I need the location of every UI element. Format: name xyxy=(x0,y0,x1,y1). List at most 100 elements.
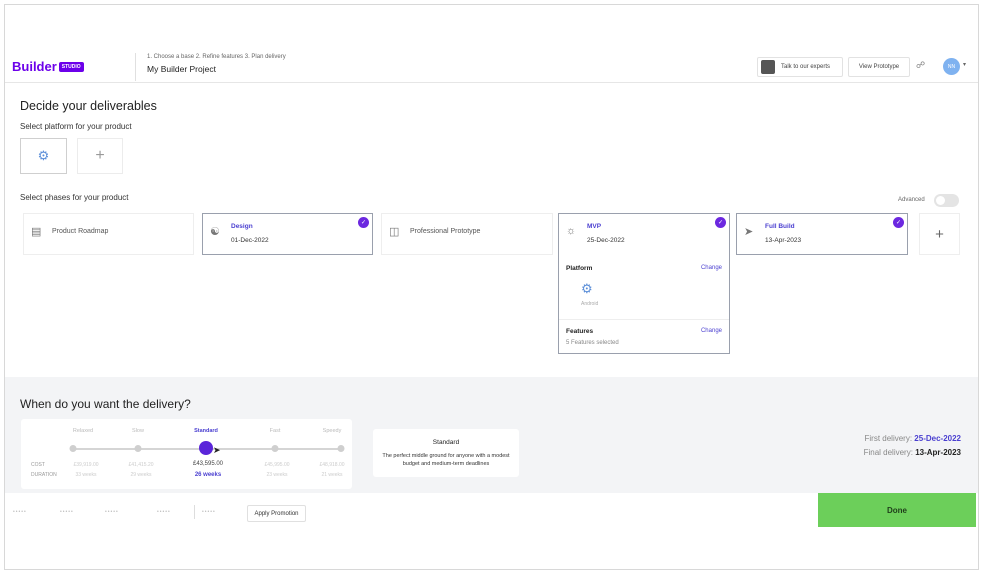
phase-card-product-roadmap[interactable]: ▤ Product Roadmap xyxy=(23,213,194,255)
platform-label: Platform xyxy=(566,265,593,272)
top-bar: Builder STUDIO 1. Choose a base 2. Refin… xyxy=(5,45,978,83)
speed-label[interactable]: Slow xyxy=(132,428,144,434)
speed-description-card: Standard The perfect middle ground for a… xyxy=(373,429,519,477)
plus-icon: + xyxy=(95,147,105,164)
phase-date: 25-Dec-2022 xyxy=(587,237,625,244)
platform-name: Android xyxy=(581,301,599,307)
prototype-icon: ◫ xyxy=(389,226,400,238)
platform-section-label: Select platform for your product xyxy=(20,122,132,131)
phase-card-professional-prototype[interactable]: ◫ Professional Prototype xyxy=(381,213,553,255)
slider-handle[interactable] xyxy=(199,441,213,455)
delivery-section: When do you want the delivery? Relaxed S… xyxy=(5,377,978,493)
share-icon[interactable]: ☍ xyxy=(916,60,925,71)
price-masked: ••••• xyxy=(60,509,74,515)
plus-icon: + xyxy=(935,225,944,243)
expert-avatar xyxy=(761,60,775,74)
first-delivery-date: 25-Dec-2022 xyxy=(914,434,961,443)
phase-card-design[interactable]: ☯ Design 01-Dec-2022 ✓ xyxy=(202,213,373,255)
speed-label-active[interactable]: Standard xyxy=(194,428,218,434)
cost-value-active: £43,595.00 xyxy=(192,461,224,467)
speed-description-text: The perfect middle ground for anyone wit… xyxy=(382,453,510,467)
check-icon: ✓ xyxy=(715,217,726,228)
view-prototype-button[interactable]: View Prototype xyxy=(848,57,910,77)
app-frame: Builder STUDIO 1. Choose a base 2. Refin… xyxy=(4,4,979,570)
duration-value: 33 weeks xyxy=(75,472,97,478)
final-delivery: Final delivery: 13-Apr-2023 xyxy=(864,448,961,457)
document-icon: ▤ xyxy=(31,226,42,238)
duration-row-label: DURATION xyxy=(31,472,57,478)
header-divider xyxy=(135,53,136,81)
speed-label[interactable]: Fast xyxy=(270,428,281,434)
phases-section-label: Select phases for your product xyxy=(20,193,129,202)
chevron-down-icon[interactable]: ▾ xyxy=(963,61,966,68)
phase-name: Full Build xyxy=(765,223,795,230)
experts-label: Talk to our experts xyxy=(781,64,831,70)
phase-date: 13-Apr-2023 xyxy=(765,237,802,244)
speed-label[interactable]: Relaxed xyxy=(73,428,93,434)
phase-card-full-build[interactable]: ➤ Full Build 13-Apr-2023 ✓ xyxy=(736,213,908,255)
check-icon: ✓ xyxy=(893,217,904,228)
bulb-icon: ☼ xyxy=(566,225,577,237)
duration-value: 21 weeks xyxy=(321,472,343,478)
footer-bar: ••••• ••••• ••••• ••••• ••••• Apply Prom… xyxy=(5,493,978,527)
advanced-toggle[interactable] xyxy=(934,194,959,207)
check-icon: ✓ xyxy=(358,217,369,228)
change-features-link[interactable]: Change xyxy=(701,328,722,334)
footer-divider xyxy=(194,505,195,519)
features-selected-count: 5 Features selected xyxy=(566,340,619,346)
add-phase-button[interactable]: + xyxy=(919,213,960,255)
duration-value: 23 weeks xyxy=(266,472,288,478)
platform-android-card[interactable]: ⚙ xyxy=(20,138,67,174)
phase-card-mvp[interactable]: ☼ MVP 25-Dec-2022 ✓ xyxy=(558,213,730,255)
phase-name: MVP xyxy=(587,223,602,230)
palette-icon: ☯ xyxy=(210,226,220,238)
duration-value: 29 weeks xyxy=(130,472,152,478)
features-label: Features xyxy=(566,328,594,335)
builder-logo[interactable]: Builder STUDIO xyxy=(12,59,84,74)
slider-stop[interactable] xyxy=(134,445,142,452)
advanced-label: Advanced xyxy=(898,197,925,203)
first-delivery-label: First delivery: xyxy=(864,434,913,443)
phase-name: Product Roadmap xyxy=(52,228,109,235)
slider-stop[interactable] xyxy=(271,445,279,452)
mvp-details-panel: Platform Change ⚙ Android Features Chang… xyxy=(558,255,730,354)
user-avatar[interactable]: NN xyxy=(943,58,960,75)
logo-text: Builder xyxy=(12,59,57,74)
cost-value: £48,918.00 xyxy=(319,462,345,468)
price-masked: ••••• xyxy=(105,509,119,515)
mouse-cursor-icon: ➤ xyxy=(213,445,221,455)
android-icon: ⚙ xyxy=(581,281,593,296)
price-masked: ••••• xyxy=(13,509,27,515)
cost-value: £39,919.00 xyxy=(73,462,99,468)
phase-name: Professional Prototype xyxy=(410,228,481,235)
price-masked: ••••• xyxy=(157,509,171,515)
phase-name: Design xyxy=(231,223,253,230)
duration-value-active: 26 weeks xyxy=(194,472,222,478)
logo-tag: STUDIO xyxy=(58,61,84,72)
final-delivery-label: Final delivery: xyxy=(863,448,913,457)
slider-stop[interactable] xyxy=(337,445,345,452)
speed-label[interactable]: Speedy xyxy=(323,428,342,434)
cost-value: £41,415.20 xyxy=(128,462,154,468)
phase-date: 01-Dec-2022 xyxy=(231,237,269,244)
divider xyxy=(559,319,729,320)
change-platform-link[interactable]: Change xyxy=(701,265,722,271)
delivery-speed-slider[interactable]: Relaxed Slow Standard Fast Speedy COST D… xyxy=(21,419,352,489)
add-platform-button[interactable]: + xyxy=(77,138,123,174)
slider-stop[interactable] xyxy=(69,445,77,452)
cost-row-label: COST xyxy=(31,462,45,468)
speed-description-title: Standard xyxy=(432,439,460,446)
done-button[interactable]: Done xyxy=(818,493,976,527)
rocket-icon: ➤ xyxy=(744,226,754,238)
apply-promotion-button[interactable]: Apply Promotion xyxy=(247,505,306,522)
delivery-title: When do you want the delivery? xyxy=(20,397,191,411)
cost-value: £45,995.00 xyxy=(264,462,290,468)
talk-to-experts-button[interactable]: Talk to our experts xyxy=(757,57,843,77)
final-delivery-date: 13-Apr-2023 xyxy=(915,448,961,457)
project-name[interactable]: My Builder Project xyxy=(147,64,216,74)
first-delivery: First delivery: 25-Dec-2022 xyxy=(865,434,962,443)
page-title: Decide your deliverables xyxy=(20,99,157,113)
price-masked: ••••• xyxy=(202,509,216,515)
android-icon: ⚙ xyxy=(37,148,50,163)
toggle-knob xyxy=(936,196,945,205)
